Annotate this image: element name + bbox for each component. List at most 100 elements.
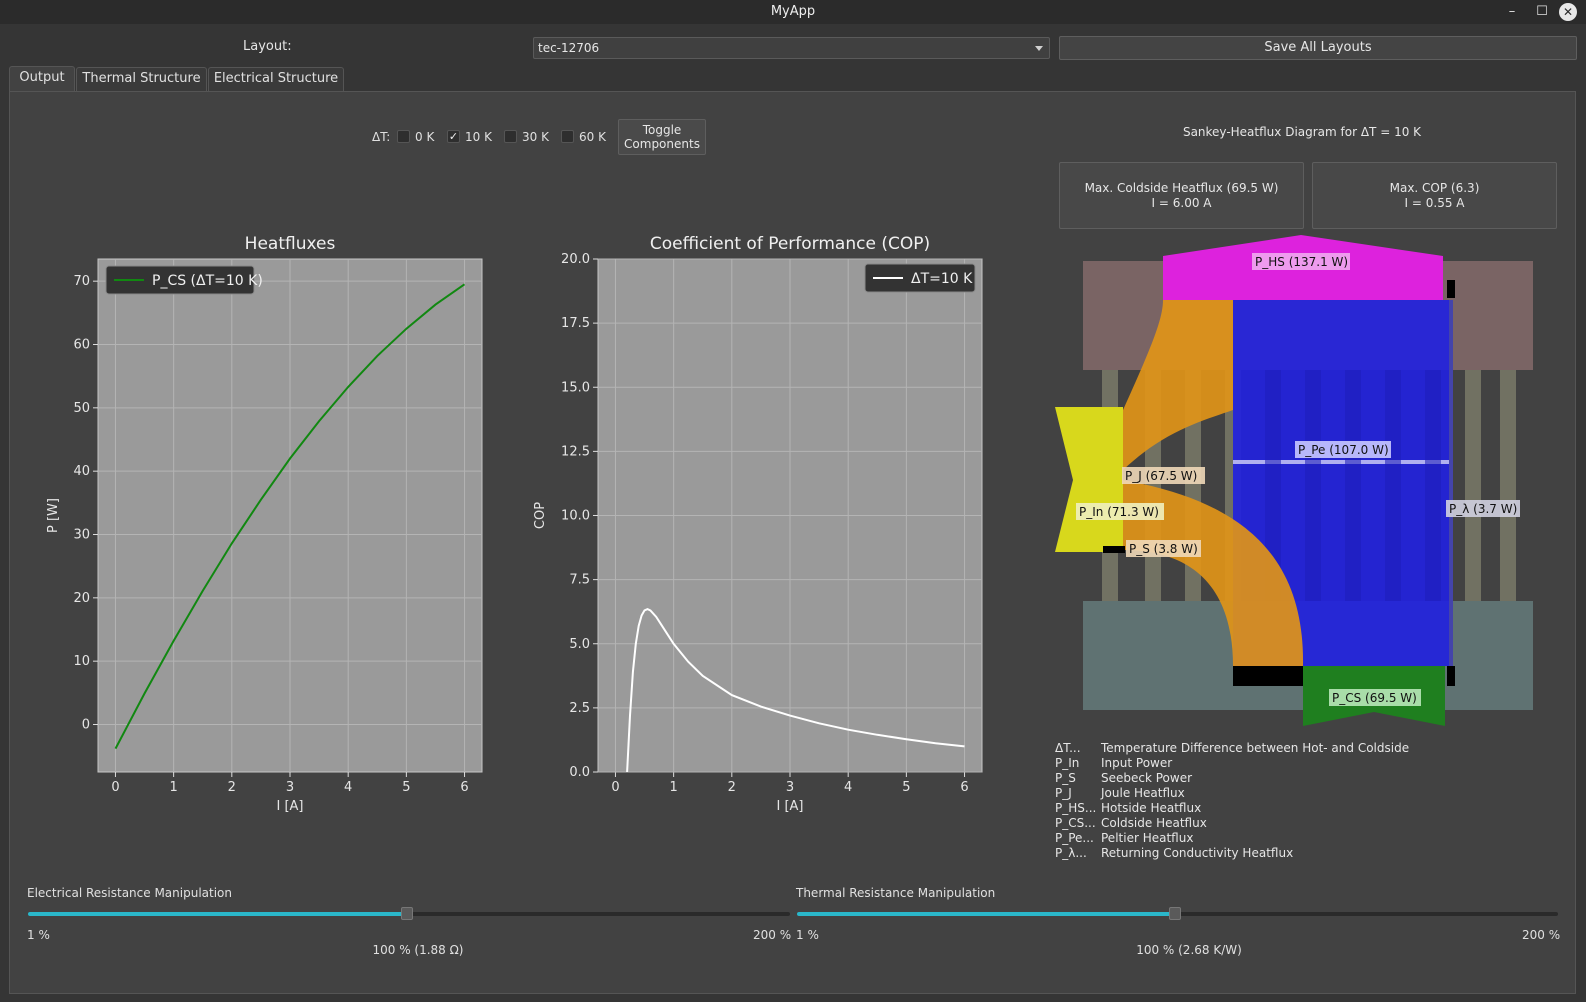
sankey-title: Sankey-Heatflux Diagram for ΔT = 10 K (1182, 125, 1422, 139)
chart-title: Coefficient of Performance (COP) (650, 234, 930, 254)
x-tick-label: 5 (402, 780, 410, 795)
y-axis-label: COP (533, 502, 548, 529)
y-tick-label: 30 (73, 528, 90, 543)
legend-row: P_Pe... Peltier Heatflux (1055, 831, 1194, 845)
checkbox-60k-label: 60 K (579, 130, 606, 144)
y-tick-label: 70 (73, 274, 90, 289)
max-heatflux-line-1: Max. Coldside Heatflux (69.5 W) (1084, 181, 1279, 195)
label-p-hs: P_HS (137.1 W) (1255, 255, 1348, 269)
label-p-j: P_J (67.5 W) (1125, 469, 1197, 483)
x-tick-label: 6 (460, 780, 468, 795)
title-bar: MyApp – ☐ ✕ (0, 0, 1586, 24)
thermal-slider-handle[interactable] (1169, 907, 1182, 920)
input-power-arrow (1055, 407, 1123, 552)
window-title: MyApp (770, 4, 816, 19)
layout-select[interactable]: tec-12706 (533, 37, 1050, 59)
label-p-cs: P_CS (69.5 W) (1332, 691, 1417, 705)
thermal-slider-title: Thermal Resistance Manipulation (796, 886, 996, 900)
thermal-resistance-slider[interactable] (797, 907, 1558, 920)
x-tick-label: 3 (786, 780, 794, 795)
checkbox-10k-label: 10 K (465, 130, 492, 144)
legend-row: ΔT... Temperature Difference between Hot-… (1055, 741, 1410, 755)
x-tick-label: 1 (669, 780, 677, 795)
electrical-slider-handle[interactable] (400, 907, 413, 920)
y-tick-label: 40 (73, 464, 90, 479)
y-axis-label: P [W] (46, 498, 61, 533)
toggle-line-1: Toggle (642, 123, 682, 137)
y-tick-label: 15.0 (561, 380, 590, 395)
thermal-slider-min: 1 % (796, 928, 819, 942)
legend-row: P_J Joule Heatflux (1055, 786, 1185, 800)
y-tick-label: 10 (73, 654, 90, 669)
thermal-slider-value: 100 % (2.68 K/W) (1136, 943, 1242, 957)
checkbox-30k-label: 30 K (522, 130, 549, 144)
x-tick-label: 5 (902, 780, 910, 795)
label-p-pe: P_Pe (107.0 W) (1298, 443, 1389, 457)
legend-row: P_HS... Hotside Heatflux (1055, 801, 1202, 815)
legend-row: P_λ... Returning Conductivity Heatflux (1055, 846, 1294, 860)
y-tick-label: 7.5 (569, 573, 590, 588)
y-tick-label: 20.0 (561, 252, 590, 267)
checkbox-60k[interactable] (561, 130, 574, 143)
cop-chart: Coefficient of Performance (COP) 0 1 2 3 4 5 6 0… (533, 234, 983, 814)
seebeck-bar (1103, 546, 1125, 553)
checkbox-30k[interactable] (504, 130, 517, 143)
label-p-lambda: P_λ (3.7 W) (1449, 502, 1517, 516)
y-tick-label: 60 (73, 338, 90, 353)
x-tick-label: 0 (611, 780, 619, 795)
legend-row: P_In Input Power (1055, 756, 1173, 770)
y-tick-label: 2.5 (569, 701, 590, 716)
x-axis-label: I [A] (776, 799, 803, 814)
toggle-components-button[interactable]: Toggle Components (618, 119, 706, 155)
layout-label: Layout: (243, 39, 292, 54)
y-tick-label: 20 (73, 591, 90, 606)
heatfluxes-chart: Heatfluxes0 1 2 3 4 5 6010203040506070I [A]P [… (46, 234, 483, 814)
label-p-in: P_In (71.3 W) (1079, 505, 1159, 519)
label-p-s: P_S (3.8 W) (1129, 542, 1198, 556)
legend-row: P_S Seebeck Power (1055, 771, 1193, 785)
tab-electrical-structure[interactable]: Electrical Structure (208, 67, 344, 91)
sankey-diagram: P_HS (137.1 W) P_Pe (107.0 W) P_J (67.5 … (1055, 235, 1533, 726)
delta-t-label: ΔT: (372, 130, 391, 144)
y-tick-label: 50 (73, 401, 90, 416)
minimize-icon[interactable]: – (1503, 3, 1521, 21)
electrical-slider-title: Electrical Resistance Manipulation (27, 886, 232, 900)
toggle-line-2: Components (624, 137, 700, 151)
tab-output[interactable]: Output (9, 66, 75, 92)
y-tick-label: 17.5 (561, 316, 590, 331)
checkbox-10k[interactable]: ✓ (447, 130, 460, 143)
layout-select-value: tec-12706 (538, 41, 600, 55)
y-tick-label: 0.0 (569, 765, 590, 780)
checkbox-0k[interactable] (397, 130, 410, 143)
maximize-icon[interactable]: ☐ (1533, 3, 1551, 21)
max-coldside-heatflux-button[interactable]: Max. Coldside Heatflux (69.5 W) I = 6.00… (1059, 162, 1304, 229)
x-tick-label: 1 (169, 780, 177, 795)
electrical-slider-min: 1 % (27, 928, 50, 942)
tab-thermal-structure[interactable]: Thermal Structure (76, 67, 207, 91)
max-cop-button[interactable]: Max. COP (6.3) I = 0.55 A (1312, 162, 1557, 229)
max-heatflux-line-2: I = 6.00 A (1151, 196, 1212, 210)
electrical-slider-value: 100 % (1.88 Ω) (372, 943, 464, 957)
x-axis-label: I [A] (276, 799, 303, 814)
lambda-band (1449, 300, 1453, 666)
electrical-slider-max: 200 % (753, 928, 792, 942)
electrical-slider-fill (28, 912, 407, 916)
y-tick-label: 5.0 (569, 637, 590, 652)
save-all-layouts-button[interactable]: Save All Layouts (1059, 36, 1577, 60)
y-tick-label: 0 (82, 718, 90, 733)
close-icon[interactable]: ✕ (1559, 3, 1577, 21)
x-tick-label: 3 (286, 780, 294, 795)
electrical-resistance-slider[interactable] (28, 907, 790, 920)
legend-label: ΔT=10 K (911, 271, 973, 287)
y-tick-label: 10.0 (561, 509, 590, 524)
x-tick-label: 6 (960, 780, 968, 795)
x-tick-label: 4 (844, 780, 852, 795)
max-cop-line-2: I = 0.55 A (1404, 196, 1465, 210)
x-tick-label: 2 (228, 780, 236, 795)
chevron-down-icon (1035, 46, 1043, 51)
legend-label: P_CS (ΔT=10 K) (152, 273, 263, 289)
y-tick-label: 12.5 (561, 444, 590, 459)
max-cop-line-1: Max. COP (6.3) (1389, 181, 1480, 195)
x-tick-label: 2 (728, 780, 736, 795)
checkbox-0k-label: 0 K (415, 130, 435, 144)
